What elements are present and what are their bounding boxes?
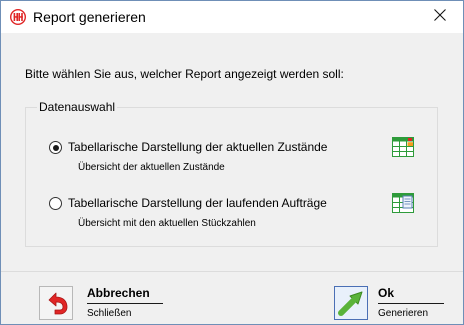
close-button[interactable]	[417, 1, 463, 33]
option-label[interactable]: Tabellarische Darstellung der aktuellen …	[68, 140, 327, 154]
go-arrow-icon	[334, 286, 368, 320]
ok-divider	[378, 303, 444, 304]
cancel-subtitle: Schließen	[87, 308, 132, 319]
ok-button[interactable]: Ok Generieren	[334, 286, 446, 322]
undo-arrow-icon	[39, 286, 73, 320]
ok-title[interactable]: Ok	[378, 286, 394, 300]
table-document-icon	[392, 193, 414, 213]
option-current-states[interactable]: Tabellarische Darstellung der aktuellen …	[49, 137, 429, 177]
table-status-icon	[392, 137, 414, 157]
cancel-button[interactable]: Abbrechen Schließen	[39, 286, 171, 322]
option-description: Übersicht mit den aktuellen Stückzahlen	[78, 218, 256, 229]
radio-current-states[interactable]	[49, 141, 62, 154]
window-title: Report generieren	[33, 9, 146, 25]
cancel-title[interactable]: Abbrechen	[87, 286, 150, 300]
close-icon	[434, 8, 446, 26]
group-legend: Datenauswahl	[37, 100, 118, 114]
command-bar: Abbrechen Schließen Ok Generieren	[1, 271, 463, 324]
prompt-text: Bitte wählen Sie aus, welcher Report ang…	[25, 67, 344, 81]
ok-subtitle: Generieren	[378, 308, 429, 319]
option-label[interactable]: Tabellarische Darstellung der laufenden …	[68, 196, 327, 210]
option-running-orders[interactable]: Tabellarische Darstellung der laufenden …	[49, 193, 429, 233]
double-h-logo-icon	[9, 8, 27, 26]
radio-running-orders[interactable]	[49, 197, 62, 210]
cancel-divider	[87, 303, 163, 304]
report-dialog: Report generieren Bitte wählen Sie aus, …	[0, 0, 464, 325]
option-description: Übersicht der aktuellen Zustände	[78, 162, 225, 173]
title-bar: Report generieren	[1, 1, 463, 33]
